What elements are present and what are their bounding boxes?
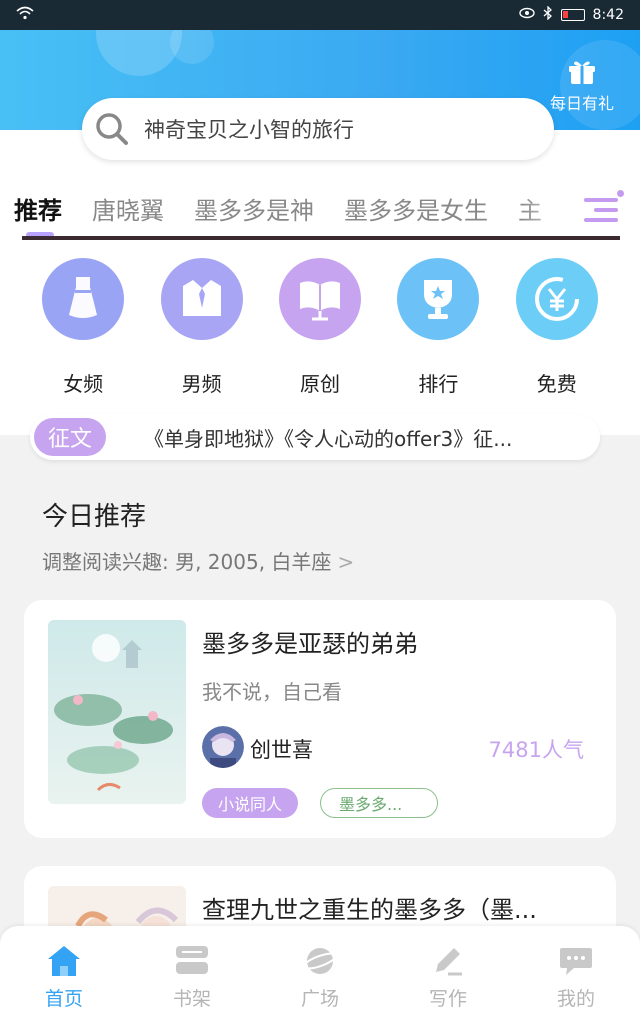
category-label: 排行 (418, 372, 459, 396)
pen-icon (436, 947, 462, 975)
nav-label: 广场 (300, 987, 339, 1010)
popularity-count: 7481人气 (488, 738, 584, 762)
category-ranking[interactable]: 排行 (390, 258, 486, 397)
section-title: 今日推荐 (42, 502, 147, 532)
daily-gift-button[interactable]: 每日有礼 (542, 60, 622, 114)
chevron-right-icon: > (337, 550, 355, 574)
nav-write[interactable]: 写作 (398, 944, 498, 1011)
nav-label: 我的 (556, 987, 595, 1010)
tabs-fade (520, 186, 580, 234)
search-query: 神奇宝贝之小智的旅行 (144, 118, 354, 142)
planet-icon (302, 947, 338, 974)
search-icon (96, 113, 128, 145)
bluetooth-icon (543, 5, 553, 24)
category-label: 免费 (536, 372, 577, 396)
nav-home[interactable]: 首页 (14, 944, 114, 1011)
wifi-icon (16, 6, 34, 24)
notification-dot (617, 190, 624, 197)
nav-label: 写作 (428, 987, 467, 1010)
category-male[interactable]: 男频 (154, 258, 250, 397)
nav-label: 首页 (44, 987, 83, 1010)
topic-tag[interactable]: 墨多多... (320, 788, 438, 818)
category-grid: 女频 男频 原创 排行 免费 (0, 258, 640, 397)
category-label: 男频 (181, 372, 222, 396)
tab-moduoduo-god[interactable]: 墨多多是神 (194, 191, 314, 226)
avatar (202, 726, 244, 768)
bookshelf-icon (176, 945, 208, 974)
battery-icon (560, 9, 585, 21)
nav-me[interactable]: 我的 (526, 944, 626, 1011)
bottom-navigation: 首页 书架 广场 写作 我的 (0, 926, 640, 1024)
tab-recommend[interactable]: 推荐 (14, 191, 62, 226)
banner-edge (22, 236, 620, 240)
interest-settings-label: 调整阅读兴趣: 男, 2005, 白羊座 (42, 550, 332, 574)
dress-icon (42, 258, 125, 340)
book-title: 墨多多是亚瑟的弟弟 (202, 630, 418, 658)
notice-text: 《单身即地狱》《令人心动的offer3》征... (144, 426, 513, 451)
book-cover (48, 620, 186, 804)
nav-bookshelf[interactable]: 书架 (142, 944, 242, 1011)
book-title: 查理九世之重生的墨多多（墨... (202, 896, 537, 924)
home-icon (48, 945, 80, 976)
essay-contest-notice[interactable]: 征文 《单身即地狱》《令人心动的offer3》征... (30, 414, 600, 460)
nav-square[interactable]: 广场 (270, 944, 370, 1011)
gift-icon (569, 61, 595, 84)
author-name: 创世喜 (250, 738, 313, 762)
contest-badge: 征文 (34, 418, 107, 456)
category-original[interactable]: 原创 (272, 258, 368, 397)
book-icon (278, 258, 361, 340)
tab-menu-button[interactable] (584, 190, 624, 226)
shirt-icon (160, 258, 243, 340)
category-female[interactable]: 女频 (35, 258, 131, 397)
tab-moduoduo-girl[interactable]: 墨多多是女生 (344, 191, 488, 226)
daily-gift-label: 每日有礼 (549, 94, 614, 113)
chat-icon (560, 947, 592, 975)
eye-icon (518, 7, 535, 23)
nav-label: 书架 (172, 987, 211, 1010)
interest-settings-link[interactable]: 调整阅读兴趣: 男, 2005, 白羊座 > (42, 546, 354, 575)
category-tag[interactable]: 小说同人 (202, 788, 299, 818)
book-description: 我不说，自己看 (202, 680, 342, 704)
category-free[interactable]: 免费 (509, 258, 605, 397)
category-label: 原创 (299, 372, 340, 396)
status-bar: 8:42 (0, 0, 640, 30)
yuan-icon (515, 258, 598, 340)
category-label: 女频 (63, 372, 104, 396)
search-bar[interactable]: 神奇宝贝之小智的旅行 (82, 98, 554, 160)
tab-tang-xiaoyi[interactable]: 唐晓翼 (92, 191, 164, 226)
clock: 8:42 (592, 7, 624, 23)
book-card[interactable]: 墨多多是亚瑟的弟弟 我不说，自己看 创世喜 7481人气 小说同人 墨多多... (24, 600, 616, 838)
trophy-icon (397, 258, 480, 340)
